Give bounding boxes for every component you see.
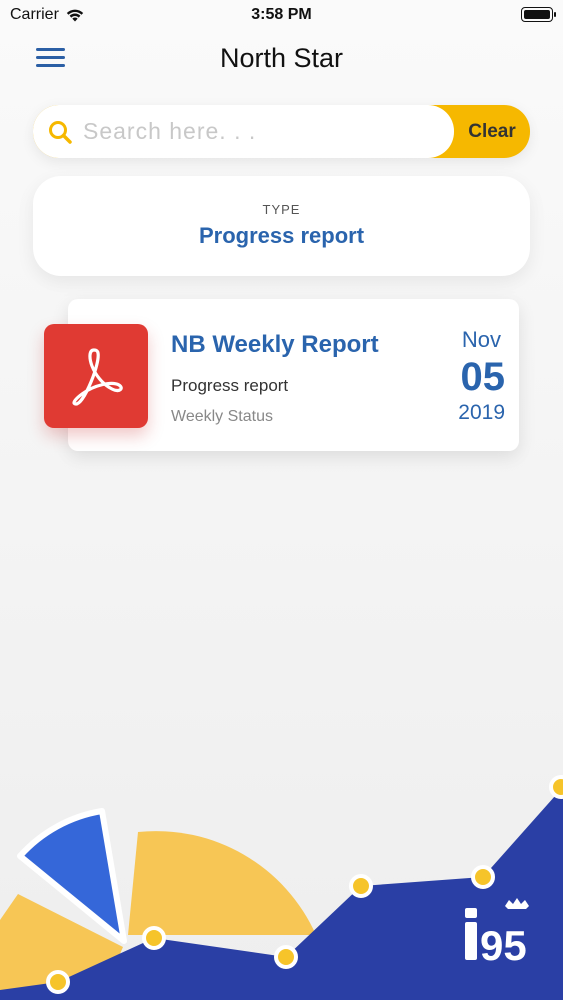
i95-logo-text: 95 (480, 922, 527, 969)
chart-point (349, 874, 373, 898)
decorative-background-graphic: 95 (0, 775, 563, 1000)
search-bar: Clear (33, 105, 530, 158)
pdf-file-tile[interactable] (44, 324, 148, 428)
status-time: 3:58 PM (251, 6, 312, 23)
search-field-container[interactable] (33, 105, 454, 158)
clear-button[interactable]: Clear (454, 105, 530, 158)
status-bar: Carrier 3:58 PM (0, 0, 563, 30)
pdf-icon (72, 348, 123, 406)
type-filter-card[interactable]: TYPE Progress report (33, 176, 530, 276)
logo-stem (465, 922, 477, 960)
chart-point (142, 926, 166, 950)
nav-bar: North Star (0, 38, 563, 82)
report-date-day: 05 (460, 355, 506, 399)
search-input[interactable] (83, 118, 443, 145)
logo-dot (465, 908, 477, 918)
yellow-pie-wedge (128, 831, 316, 935)
chart-point (274, 945, 298, 969)
battery-icon (521, 7, 556, 22)
type-filter-label: TYPE (262, 202, 301, 217)
search-icon (49, 120, 72, 144)
chart-point (471, 865, 495, 889)
type-filter-value: Progress report (198, 223, 365, 248)
report-status: Weekly Status (171, 408, 273, 425)
report-date-month: Nov (461, 327, 501, 352)
report-date-year: 2019 (458, 401, 505, 424)
page-title: North Star (219, 43, 344, 73)
chart-point (46, 970, 70, 994)
report-title: NB Weekly Report (171, 331, 379, 358)
chart-point (549, 775, 563, 799)
report-type: Progress report (171, 376, 289, 395)
